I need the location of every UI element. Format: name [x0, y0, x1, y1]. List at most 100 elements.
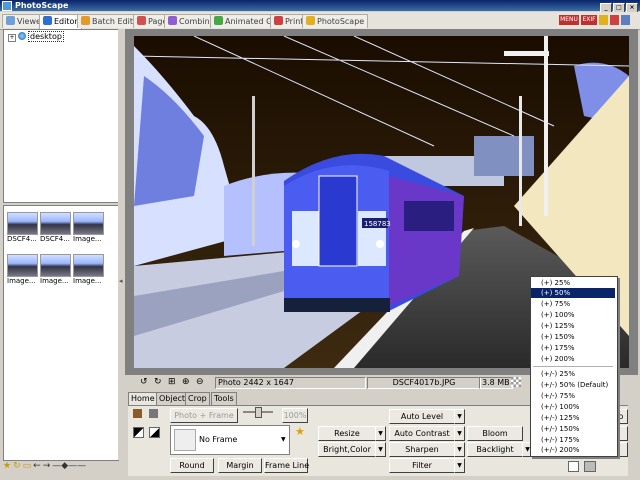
back-icon[interactable]: ← [33, 461, 41, 471]
forward-icon[interactable]: → [43, 461, 51, 471]
menu-item[interactable]: (+) 200% [531, 354, 615, 364]
question-icon[interactable] [610, 15, 619, 25]
menu-item[interactable]: (+) 100% [531, 310, 615, 320]
frame-brown-icon[interactable] [133, 409, 142, 418]
frame-value: No Frame [199, 435, 238, 444]
tree-label: desktop [28, 31, 64, 42]
tab-photoscape[interactable]: PhotoScape [302, 14, 369, 28]
zoom-menu: (+) 25% (+) 50% (+) 75% (+) 100% (+) 125… [530, 276, 618, 457]
menu-item[interactable]: (+) 25% [531, 278, 615, 288]
folder-tree[interactable]: + desktop [3, 29, 119, 203]
folder-icon[interactable]: ▭ [23, 461, 32, 471]
exif-button[interactable]: EXIF [581, 15, 597, 25]
thumbnail[interactable]: Image... [40, 254, 71, 286]
file-name: DSCF4017b.JPG [367, 377, 481, 389]
sharpen-dropdown[interactable]: ▼ [454, 442, 465, 457]
slider-thumb[interactable] [255, 407, 262, 418]
menu-item[interactable]: (+) 150% [531, 332, 615, 342]
photo-frame-button[interactable]: Photo + Frame [170, 408, 238, 423]
checker-icon[interactable] [511, 377, 521, 387]
sharpen-button[interactable]: Sharpen [389, 442, 455, 457]
chevron-down-icon[interactable]: ▼ [281, 436, 286, 443]
rotate-right-icon[interactable]: ↻ [154, 377, 162, 387]
menu-item[interactable]: (+/-) 150% [531, 424, 615, 434]
print-small-icon[interactable] [584, 461, 596, 472]
thumb-size-slider[interactable]: —◆—— [52, 461, 86, 471]
window-icon[interactable] [621, 15, 630, 25]
print-icon [274, 16, 283, 25]
corner-white-icon[interactable] [149, 427, 160, 438]
menu-item[interactable]: (+) 125% [531, 321, 615, 331]
thumbnail-image [40, 254, 71, 277]
thumbnail-image [7, 254, 38, 277]
thumbnail-image [7, 212, 38, 235]
menu-item[interactable]: (+/-) 100% [531, 402, 615, 412]
title-bar: PhotoScape _ □ × [0, 0, 640, 13]
menu-button[interactable]: MENU [559, 15, 579, 25]
margin-button[interactable]: Margin [218, 458, 262, 473]
tab-crop[interactable]: Crop [185, 392, 210, 405]
combine-icon [168, 16, 177, 25]
thumbnail-image [40, 212, 71, 235]
corner-black-icon[interactable] [133, 427, 144, 438]
frame-select[interactable]: No Frame ▼ [170, 425, 290, 455]
frame-gray-icon[interactable] [149, 409, 158, 418]
fit-icon[interactable]: ⊞ [168, 377, 176, 387]
menu-item[interactable]: (+/-) 25% [531, 369, 615, 379]
bright-color-dropdown[interactable]: ▼ [375, 442, 386, 457]
filter-dropdown[interactable]: ▼ [454, 458, 465, 473]
menu-item[interactable]: (+/-) 125% [531, 413, 615, 423]
collapse-arrow-icon[interactable]: ◂ [119, 277, 123, 285]
desktop-icon [18, 32, 26, 40]
new-icon[interactable] [568, 461, 579, 472]
tree-item-desktop[interactable]: + desktop [8, 31, 64, 42]
bright-color-button[interactable]: Bright,Color [318, 442, 376, 457]
lock-icon[interactable] [599, 15, 608, 25]
thumbnail[interactable]: DSCF4... [40, 212, 71, 244]
auto-level-dropdown[interactable]: ▼ [454, 409, 465, 424]
menu-item[interactable]: (+/-) 175% [531, 435, 615, 445]
zoom-out-icon[interactable]: ⊖ [196, 377, 204, 387]
thumbnail[interactable]: DSCF4... [7, 212, 38, 244]
menu-item[interactable]: (+) 175% [531, 343, 615, 353]
tab-object[interactable]: Object [156, 392, 189, 405]
tab-home[interactable]: Home [128, 392, 158, 405]
bloom-button[interactable]: Bloom [467, 426, 523, 441]
tab-tools[interactable]: Tools [211, 392, 237, 405]
rotate-icon[interactable]: ↻ [13, 461, 21, 471]
round-button[interactable]: Round [170, 458, 214, 473]
file-size: 3.8 MB [479, 377, 513, 389]
menu-item[interactable]: (+/-) 50% (Default) [531, 380, 615, 390]
expand-icon[interactable]: + [8, 34, 16, 42]
thumbnail[interactable]: Image... [7, 254, 38, 286]
zoom-in-icon[interactable]: ⊕ [182, 377, 190, 387]
menu-item[interactable]: (+/-) 75% [531, 391, 615, 401]
bottom-left-toolbar: ★ ↻ ▭ ← → —◆—— [3, 461, 121, 478]
menu-separator [533, 366, 613, 367]
resize-button[interactable]: Resize [318, 426, 376, 441]
thumbnail[interactable]: Image... [73, 254, 104, 286]
frame-line-button[interactable]: Frame Line [264, 458, 309, 473]
auto-contrast-dropdown[interactable]: ▼ [454, 426, 465, 441]
train-number: 158783 [364, 220, 391, 228]
auto-contrast-button[interactable]: Auto Contrast [389, 426, 455, 441]
backlight-button[interactable]: Backlight [467, 442, 523, 457]
auto-level-button[interactable]: Auto Level [389, 409, 455, 424]
frame-percent: 100% [282, 408, 308, 423]
thumbnail-image [73, 254, 104, 277]
image-dimensions: Photo 2442 x 1647 [215, 377, 366, 389]
editor-icon [43, 16, 52, 25]
menu-item-selected[interactable]: (+) 50% [531, 288, 615, 298]
tab-editor[interactable]: Editor [39, 14, 82, 29]
menu-item[interactable]: (+) 75% [531, 299, 615, 309]
star-icon[interactable]: ★ [3, 461, 11, 471]
resize-dropdown[interactable]: ▼ [375, 426, 386, 441]
panel-splitter[interactable]: ◂ [118, 29, 125, 460]
batch-editor-icon [81, 16, 90, 25]
rotate-left-icon[interactable]: ↺ [140, 377, 148, 387]
thumbnail[interactable]: Image... [73, 212, 104, 244]
viewer-icon [6, 16, 15, 25]
filter-button[interactable]: Filter [389, 458, 455, 473]
favorite-star-icon[interactable]: ★ [295, 425, 305, 438]
menu-item[interactable]: (+/-) 200% [531, 445, 615, 455]
